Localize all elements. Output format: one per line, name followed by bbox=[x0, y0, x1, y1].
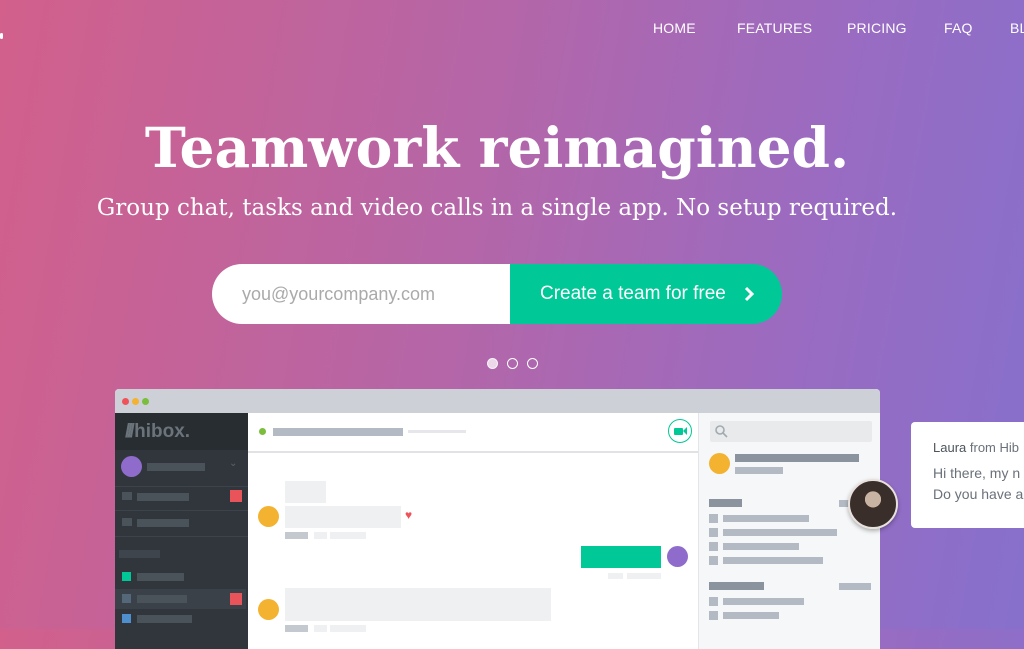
email-input[interactable] bbox=[212, 264, 522, 324]
search-input[interactable] bbox=[710, 421, 872, 442]
cta-label: Create a team for free bbox=[540, 283, 726, 304]
top-nav: HOME FEATURES PRICING FAQ BL bbox=[0, 20, 1024, 40]
nav-blog[interactable]: BL bbox=[1010, 20, 1024, 36]
heart-icon: ♥ bbox=[405, 508, 413, 522]
nav-features[interactable]: FEATURES bbox=[737, 20, 812, 36]
carousel-dot-2[interactable] bbox=[507, 358, 518, 369]
minimize-dot bbox=[132, 398, 139, 405]
window-titlebar bbox=[115, 389, 880, 413]
hero-title: Teamwork reimagined. bbox=[144, 115, 850, 180]
app-preview-window: /// hibox. ⌄ ♥ bbox=[115, 389, 880, 649]
chat-line-1: Hi there, my n bbox=[933, 465, 1021, 481]
nav-pricing[interactable]: PRICING bbox=[847, 20, 907, 36]
nav-home[interactable]: HOME bbox=[653, 20, 696, 36]
search-icon bbox=[715, 425, 728, 438]
chevron-right-icon bbox=[744, 286, 754, 302]
nav-faq[interactable]: FAQ bbox=[944, 20, 973, 36]
chevron-down-icon: ⌄ bbox=[229, 458, 238, 469]
hero-subtitle: Group chat, tasks and video calls in a s… bbox=[96, 195, 898, 221]
live-chat-popup[interactable]: Laura from Hib Hi there, my n Do you hav… bbox=[911, 422, 1024, 528]
agent-from: from Hib bbox=[969, 440, 1019, 455]
app-sidebar: /// hibox. ⌄ bbox=[115, 413, 248, 649]
agent-avatar[interactable] bbox=[848, 479, 898, 529]
carousel-dot-3[interactable] bbox=[527, 358, 538, 369]
close-dot bbox=[122, 398, 129, 405]
chat-line-2: Do you have a bbox=[933, 486, 1024, 502]
hibox-logo: /// hibox. bbox=[125, 421, 191, 442]
right-panel bbox=[698, 413, 880, 649]
video-call-icon[interactable] bbox=[668, 419, 692, 443]
carousel-dot-1[interactable] bbox=[487, 358, 498, 369]
agent-name: Laura bbox=[933, 440, 967, 455]
maximize-dot bbox=[142, 398, 149, 405]
avatar bbox=[121, 456, 142, 477]
create-team-button[interactable]: Create a team for free bbox=[510, 264, 782, 324]
